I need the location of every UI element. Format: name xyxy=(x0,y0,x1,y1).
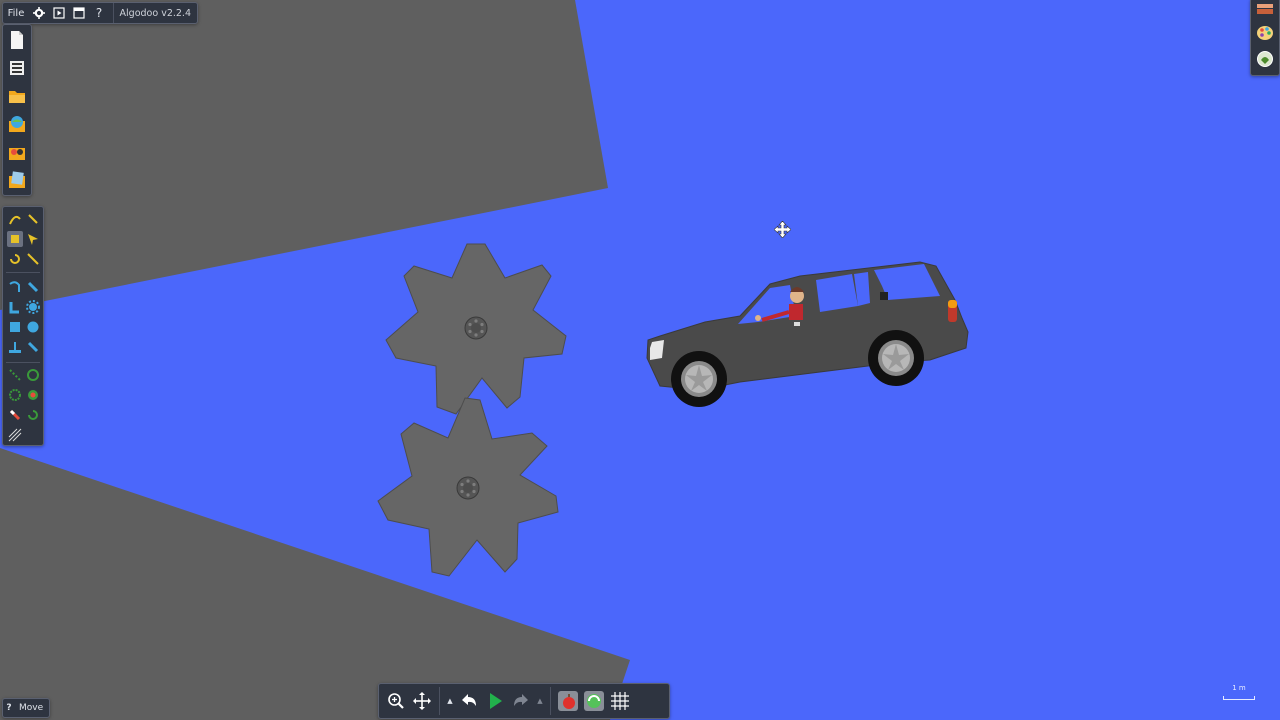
lower-gear[interactable] xyxy=(377,397,559,577)
playback-toolbar: ▲ ▲ xyxy=(378,683,670,719)
box-icon[interactable] xyxy=(7,319,23,335)
top-menu-bar: File ? Algodoo v2.2.4 xyxy=(2,2,198,24)
air-icon[interactable] xyxy=(581,688,607,714)
gear-tool-icon[interactable] xyxy=(25,299,41,315)
layers-icon[interactable] xyxy=(1255,1,1275,21)
pan-icon[interactable] xyxy=(409,688,435,714)
tools-panel xyxy=(2,206,44,446)
move-icon[interactable] xyxy=(7,231,23,247)
simulation-canvas[interactable] xyxy=(0,0,1280,720)
rope-icon[interactable] xyxy=(7,279,23,295)
undo-icon[interactable] xyxy=(456,688,482,714)
drag-icon[interactable] xyxy=(25,231,41,247)
right-panel xyxy=(1250,0,1280,76)
eraser-icon[interactable] xyxy=(7,407,23,423)
front-wheel[interactable] xyxy=(671,351,727,407)
file-menu[interactable]: File xyxy=(3,3,29,23)
chain-icon[interactable] xyxy=(7,367,23,383)
circle-icon[interactable] xyxy=(25,319,41,335)
new-scene-icon[interactable] xyxy=(7,30,27,50)
scale-icon[interactable] xyxy=(25,251,41,267)
thruster-icon[interactable] xyxy=(7,387,23,403)
window-icon[interactable] xyxy=(69,3,89,23)
zoom-icon[interactable] xyxy=(383,688,409,714)
status-bar: ? Move xyxy=(2,698,50,718)
brush-icon[interactable] xyxy=(25,211,41,227)
notes-icon[interactable] xyxy=(7,170,27,190)
front-side-window xyxy=(816,274,858,312)
phunlet-icon[interactable] xyxy=(7,142,27,162)
palette-icon[interactable] xyxy=(1255,23,1275,43)
laser-icon[interactable] xyxy=(25,339,41,355)
help-button[interactable]: ? xyxy=(3,703,15,713)
scale-indicator: 1 m xyxy=(1220,684,1258,704)
brush-lines-icon[interactable] xyxy=(7,427,23,443)
rear-wheel[interactable] xyxy=(868,330,924,386)
play-icon[interactable] xyxy=(482,688,508,714)
spring-icon[interactable] xyxy=(25,279,41,295)
move-cursor-icon xyxy=(773,220,792,239)
play-window-icon[interactable] xyxy=(49,3,69,23)
app-title: Algodoo v2.2.4 xyxy=(112,3,197,23)
scene-browser-icon[interactable] xyxy=(7,114,27,134)
scale-label: 1 m xyxy=(1232,684,1246,692)
gear-icon[interactable] xyxy=(29,3,49,23)
background-icon[interactable] xyxy=(1255,49,1275,69)
cut-icon[interactable] xyxy=(25,407,41,423)
file-tools-panel xyxy=(2,24,32,196)
gravity-icon[interactable] xyxy=(555,688,581,714)
sketch-icon[interactable] xyxy=(7,211,23,227)
axle-icon[interactable] xyxy=(25,367,41,383)
fixate-icon[interactable] xyxy=(7,299,23,315)
open-folder-icon[interactable] xyxy=(7,86,27,106)
help-icon[interactable]: ? xyxy=(89,3,109,23)
plane-icon[interactable] xyxy=(7,339,23,355)
tracer-icon[interactable] xyxy=(25,387,41,403)
upper-plane[interactable] xyxy=(0,0,608,310)
redo-icon[interactable] xyxy=(508,688,534,714)
undo-menu-icon[interactable]: ▲ xyxy=(444,688,456,714)
rotate-icon[interactable] xyxy=(7,251,23,267)
headlight xyxy=(650,340,664,360)
grid-icon[interactable] xyxy=(607,688,633,714)
scale-bar xyxy=(1223,696,1255,700)
suv-car[interactable] xyxy=(646,261,969,407)
upper-gear[interactable] xyxy=(385,243,567,415)
save-icon[interactable] xyxy=(7,58,27,78)
redo-menu-icon[interactable]: ▲ xyxy=(534,688,546,714)
mode-label: Move xyxy=(19,703,44,713)
